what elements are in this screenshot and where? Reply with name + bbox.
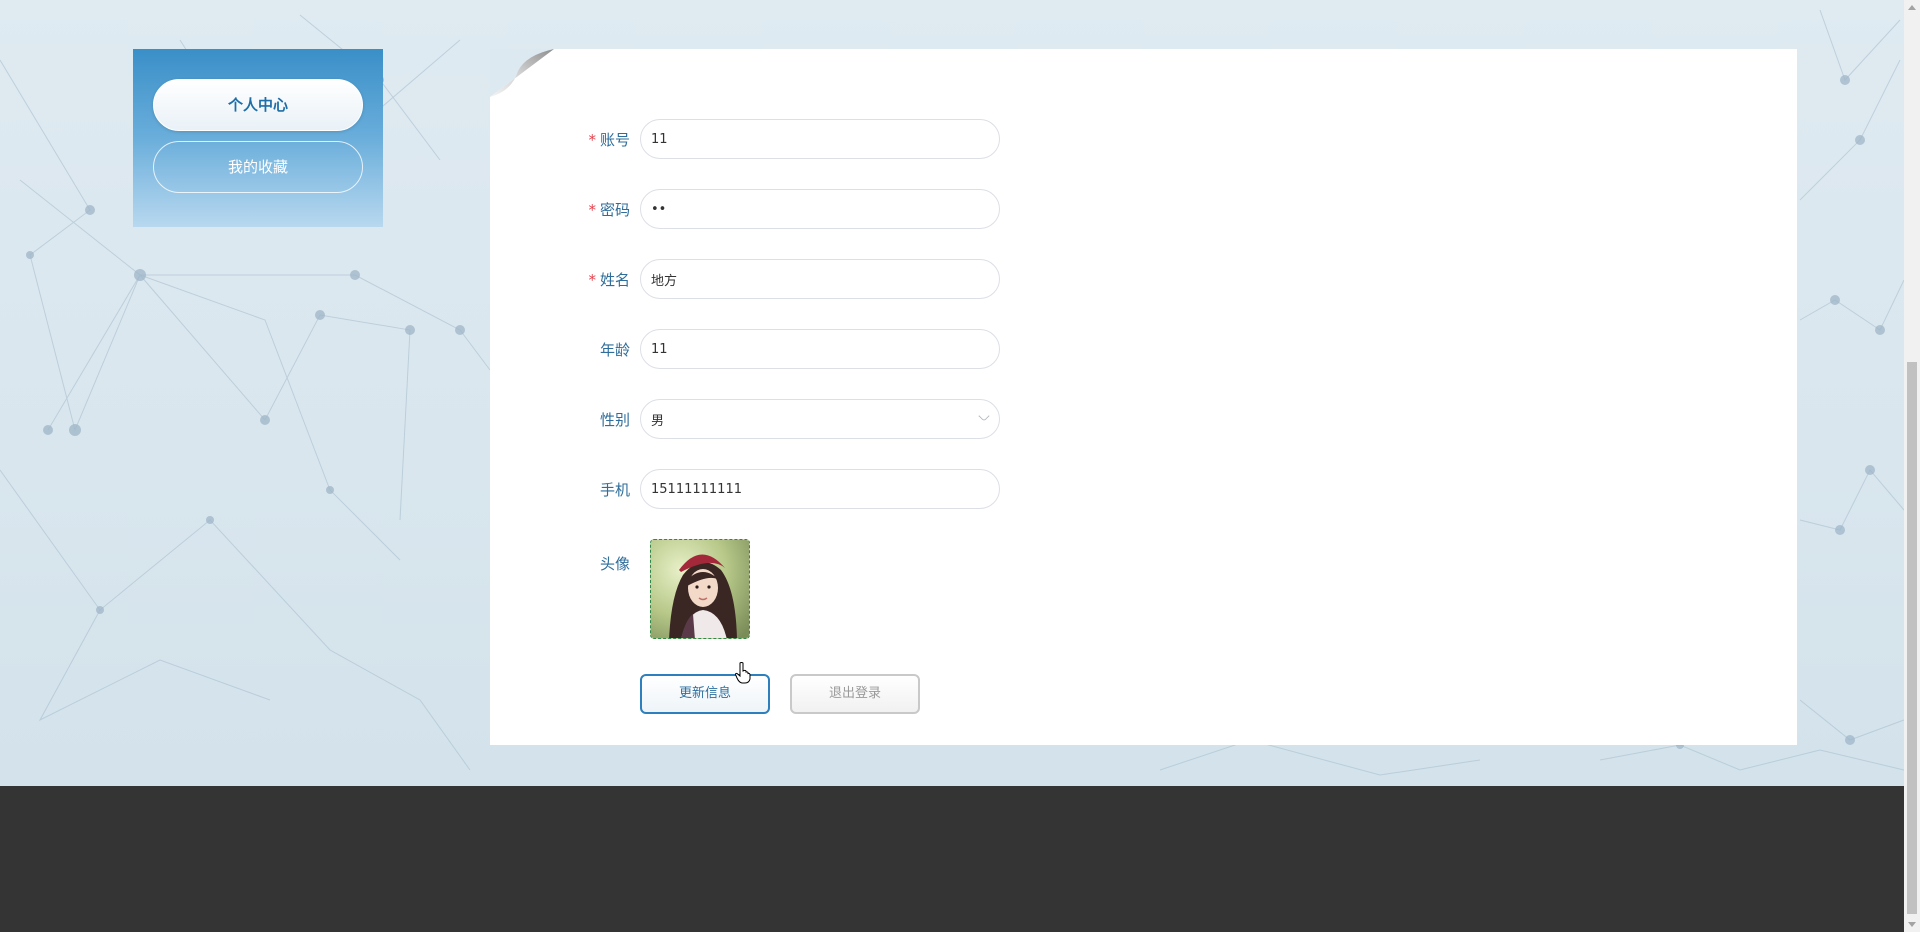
password-row: * 密码 [560, 189, 1000, 229]
gender-select-value[interactable] [640, 399, 1000, 439]
page-curl-decoration [490, 49, 554, 97]
avatar-image [651, 540, 749, 638]
sidebar: 个人中心 我的收藏 [133, 49, 383, 227]
password-input[interactable] [640, 189, 1000, 229]
scroll-up-arrow-icon[interactable] [1908, 5, 1916, 10]
gender-select[interactable] [640, 399, 1000, 439]
scrollbar-thumb[interactable] [1907, 362, 1917, 914]
avatar-label: 头像 [599, 554, 630, 573]
gender-label: 性别 [599, 410, 630, 429]
name-label: * 姓名 [588, 270, 630, 289]
age-row: 年龄 [560, 329, 1000, 369]
account-label: * 账号 [588, 130, 630, 149]
account-row: * 账号 [560, 119, 1000, 159]
required-mark: * [588, 200, 596, 219]
hand-cursor-icon [734, 662, 751, 684]
age-label: 年龄 [599, 340, 630, 359]
vertical-scrollbar[interactable] [1904, 0, 1920, 932]
name-input[interactable] [640, 259, 1000, 299]
name-row: * 姓名 [560, 259, 1000, 299]
sidebar-item-profile[interactable]: 个人中心 [153, 79, 363, 131]
phone-label: 手机 [599, 480, 630, 499]
avatar-upload[interactable] [650, 539, 750, 639]
phone-input[interactable] [640, 469, 1000, 509]
password-label: * 密码 [588, 200, 630, 219]
avatar-row: 头像 [560, 543, 640, 583]
logout-button[interactable]: 退出登录 [790, 674, 920, 714]
account-input[interactable] [640, 119, 1000, 159]
page-footer [0, 786, 1904, 932]
gender-row: 性别 [560, 399, 1000, 439]
required-mark: * [588, 270, 596, 289]
required-mark: * [588, 130, 596, 149]
sidebar-item-favorites[interactable]: 我的收藏 [153, 141, 363, 193]
scroll-down-arrow-icon[interactable] [1908, 922, 1916, 927]
phone-row: 手机 [560, 469, 1000, 509]
age-input[interactable] [640, 329, 1000, 369]
